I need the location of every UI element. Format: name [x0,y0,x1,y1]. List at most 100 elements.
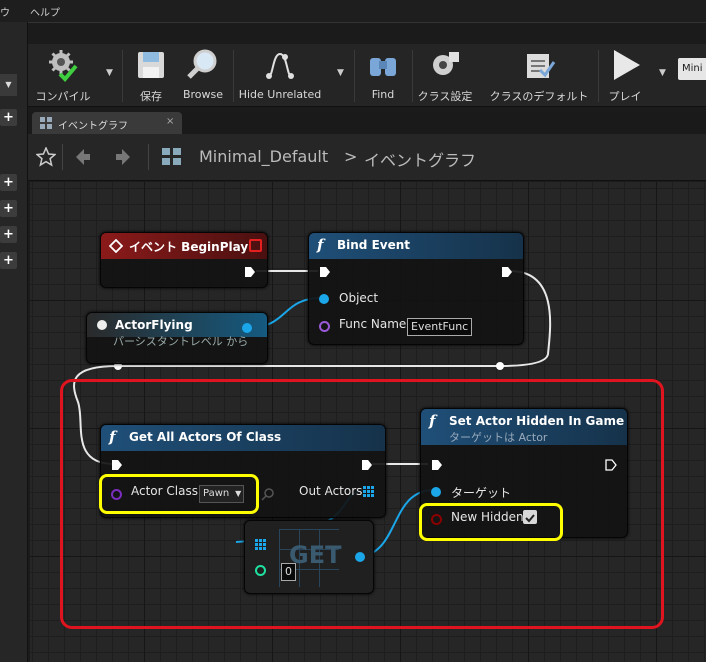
breadcrumb: Minimal_Default > イベントグラフ [28,134,706,181]
divider [62,144,63,170]
left-panel: ▼ + + + + + [0,22,28,662]
node-title: GET [289,541,342,569]
node-event-beginplay[interactable]: イベント BeginPlay [100,232,268,288]
save-label: 保存 [140,90,162,103]
breadcrumb-root[interactable]: Minimal_Default [199,147,328,166]
node-bind-event[interactable]: f Bind Event Object Func Name EventFunc [308,232,524,345]
tab-event-graph[interactable]: イベントグラフ × [32,112,182,134]
node-subtitle: パーシスタントレベル から [113,335,249,348]
class-settings-button[interactable]: クラス設定 [414,44,476,106]
graph-icon [162,148,181,165]
object-out-pin[interactable] [242,323,252,333]
class-settings-icon [433,52,459,75]
pin-label-target: ターゲット [451,486,512,500]
exec-out-pin[interactable] [501,266,513,278]
hide-unrelated-label: Hide Unrelated [238,88,322,101]
add-icon[interactable]: + [0,226,17,243]
node-header: ActorFlying [87,313,267,337]
func-name-input[interactable]: EventFunc [407,318,473,336]
highlight-box-yellow-new-hidden [419,503,563,541]
add-icon[interactable]: + [0,174,17,191]
search-icon[interactable] [261,487,275,501]
node-title: ActorFlying [115,318,193,332]
delegate-pin-icon[interactable] [249,239,262,252]
graph-canvas[interactable]: イベント BeginPlay f Bind Event Object Func … [30,182,706,662]
array-pin-icon[interactable] [363,486,374,497]
browse-label: Browse [182,88,224,101]
hide-unrelated-options-icon[interactable]: ▼ [337,68,344,78]
class-defaults-label: クラスのデフォルト [489,90,589,103]
dropdown-arrow-icon[interactable]: ▼ [0,74,17,96]
pin-label-out-actors: Out Actors [299,484,363,498]
node-header: f Bind Event [309,233,523,259]
compile-label: コンパイル [35,90,91,103]
toolbar-divider [122,50,123,102]
back-arrow-icon[interactable] [72,147,92,167]
play-icon [614,50,640,80]
find-button[interactable]: Find [358,44,408,106]
hide-unrelated-button[interactable]: Hide Unrelated [236,44,324,106]
toolbar-divider [354,50,355,102]
name-pin[interactable] [319,321,330,332]
compile-icon [49,50,78,82]
node-actor-flying[interactable]: ActorFlying パーシスタントレベル から [86,312,268,364]
compile-button[interactable]: コンパイル [32,44,94,106]
class-defaults-button[interactable]: クラスのデフォルト [484,44,594,106]
graph-icon [40,117,52,129]
class-defaults-icon [527,54,556,78]
star-icon[interactable] [36,147,56,167]
exec-out-pin[interactable] [244,266,256,278]
event-diamond-icon [109,239,123,253]
forward-arrow-icon[interactable] [114,147,134,167]
add-icon[interactable]: + [0,200,17,217]
menu-item-help[interactable]: ヘルプ [30,4,60,19]
toolbar-divider [233,50,234,102]
pin-label-func-name: Func Name [339,317,407,331]
node-header: イベント BeginPlay [101,233,267,259]
toolbar-divider [598,50,599,102]
hide-unrelated-icon [266,52,294,79]
toolbar: コンパイル ▼ 保存 Browse Hide Unrelated ▼ Find [28,44,706,107]
function-icon: f [429,412,436,430]
node-title: Set Actor Hidden In Game [449,414,625,428]
node-get[interactable]: GET 0 [244,520,374,594]
add-icon[interactable]: + [0,109,17,126]
play-label: プレイ [608,90,642,103]
exec-out-pin[interactable] [361,459,373,471]
breadcrumb-current: イベントグラフ [364,151,477,170]
browse-button[interactable]: Browse [178,44,228,106]
target-pin[interactable] [431,487,441,497]
magnifier-icon [187,49,217,79]
node-title: Get All Actors Of Class [129,430,282,444]
play-button[interactable]: プレイ [600,44,650,106]
index-input[interactable]: 0 [281,563,296,581]
save-button[interactable]: 保存 [126,44,176,106]
save-icon [138,52,164,78]
close-icon[interactable]: × [166,116,174,127]
exec-in-pin[interactable] [111,459,123,471]
node-title: イベント BeginPlay [129,240,249,254]
tab-strip: イベントグラフ × [28,112,706,134]
int-pin[interactable] [255,565,266,576]
breadcrumb-separator: > [344,147,358,166]
node-title: Bind Event [337,238,411,252]
exec-in-pin[interactable] [319,266,331,278]
divider [148,144,149,170]
exec-in-pin[interactable] [431,459,443,471]
binoculars-icon [370,58,396,76]
array-pin-icon[interactable] [255,539,266,550]
class-settings-label: クラス設定 [417,90,473,103]
node-header: f Get All Actors Of Class [101,425,385,451]
node-subtitle: ターゲットは Actor [449,431,548,444]
exec-out-pin[interactable] [605,459,617,471]
menu-item-window[interactable]: ウ [0,4,10,19]
debug-object-select[interactable]: Mini [678,58,706,80]
add-icon[interactable]: + [0,252,17,269]
function-icon: f [109,428,116,446]
highlight-box-yellow-actor-class [99,474,259,514]
play-options-icon[interactable]: ▼ [659,68,666,78]
object-pin[interactable] [319,294,329,304]
object-out-pin[interactable] [355,552,365,562]
function-icon: f [317,236,324,254]
compile-options-icon[interactable]: ▼ [106,68,113,78]
